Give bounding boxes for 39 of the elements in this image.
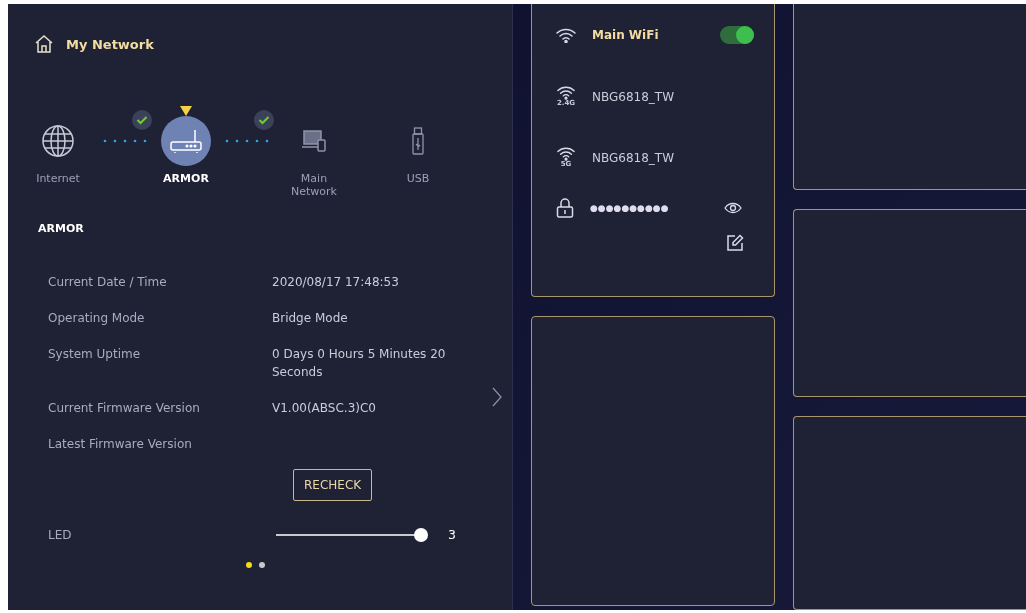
laptop-phone-icon [301,129,327,153]
pager-dot[interactable] [245,562,252,568]
info-label: Current Date / Time [48,275,168,291]
check-icon [132,110,152,130]
eye-icon[interactable] [724,202,742,214]
password-mask: ●●●●●●●●●● [590,203,670,213]
pointer-icon [180,106,192,116]
info-value: 2020/08/17 17:48:53 [272,274,400,291]
router-icon [169,128,203,154]
usb-icon [412,127,424,155]
node-label: USB [406,172,430,186]
globe-icon [41,124,75,158]
info-value: 0 Days 0 Hours 5 Minutes 20 Seconds [272,346,447,381]
node-label: ARMOR [163,172,209,186]
topology-node[interactable] [161,116,211,166]
pager-dot[interactable] [258,562,265,568]
wifi-icon [556,27,576,43]
section-title: ARMOR [38,222,84,235]
info-value: V1.00(ABSC.3)C0 [272,400,377,417]
slider-reading: 3 [448,527,456,542]
ssid-text: NBG6818_TW [592,150,675,165]
info-label: Latest Firmware Version [48,437,193,451]
check-icon [254,110,274,130]
wifi-title: Main WiFi [592,28,660,42]
info-label: Operating Mode [48,311,146,327]
slider-thumb[interactable] [414,527,428,542]
info-value: Bridge Mode [272,310,349,327]
edit-button[interactable] [726,234,744,252]
info-label: Current Firmware Version [48,401,201,417]
page-title: My Network [66,36,154,52]
info-label: System Uptime [48,347,142,363]
info-label: LED [48,527,73,542]
node-label: Main Network [290,172,338,199]
home-icon [34,34,54,54]
ssid-text: NBG6818_TW [592,89,675,104]
recheck-button[interactable]: RECHECK [293,469,373,501]
lock-icon [556,198,574,218]
wifi-toggle[interactable] [720,26,754,44]
node-label: Internet [36,172,80,186]
